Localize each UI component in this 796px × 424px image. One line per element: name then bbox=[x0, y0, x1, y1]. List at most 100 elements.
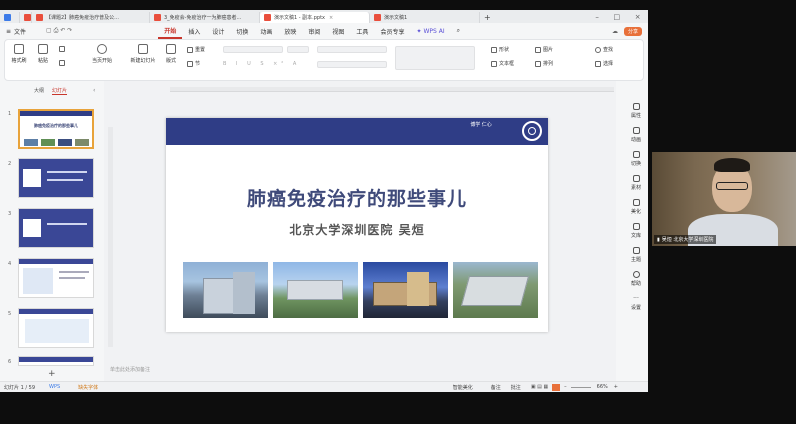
cloud-icon[interactable]: ☁ bbox=[606, 23, 624, 39]
hospital-logo bbox=[522, 121, 542, 141]
slide-thumb-5[interactable] bbox=[18, 308, 94, 348]
clipboard-icon bbox=[38, 44, 48, 54]
wps-ai-button[interactable]: ✦ WPS AI bbox=[410, 23, 450, 39]
properties-button[interactable]: 属性 bbox=[624, 103, 648, 119]
notes-button[interactable]: 备注 bbox=[491, 384, 501, 391]
copy-button[interactable] bbox=[59, 60, 67, 66]
play-button[interactable] bbox=[552, 383, 561, 391]
tab-bar: 【课题2】肺癌免疫治疗普及公... 3_免疫会-免疫治疗一为肺癌患者... 演示… bbox=[0, 10, 648, 23]
slide-thumb-3[interactable] bbox=[18, 208, 94, 248]
slide-thumb-4[interactable] bbox=[18, 258, 94, 298]
file-menu[interactable]: ≡ 文件 bbox=[0, 23, 32, 39]
select-button[interactable]: 选择 bbox=[595, 60, 613, 67]
slide-thumb-6[interactable] bbox=[18, 356, 94, 366]
font-size-select[interactable] bbox=[287, 46, 309, 53]
thumb-number: 5 bbox=[8, 311, 12, 317]
menu-item-view[interactable]: 视图 bbox=[326, 23, 350, 39]
theme-button[interactable]: 主题 bbox=[624, 247, 648, 263]
label: 粘贴 bbox=[37, 58, 48, 64]
arrange-button[interactable]: 排列 bbox=[535, 60, 553, 67]
vertical-ruler bbox=[108, 127, 113, 347]
menu-item-design[interactable]: 设计 bbox=[206, 23, 230, 39]
new-slide-button[interactable]: 新建幻灯片 bbox=[127, 44, 159, 64]
speaker-hair bbox=[714, 158, 750, 172]
font-style-buttons[interactable]: B I U S ×² A bbox=[223, 61, 300, 67]
slide-thumb-2[interactable] bbox=[18, 158, 94, 198]
zoom-in-icon[interactable]: + bbox=[614, 384, 618, 390]
right-sidebar: 属性 动画 切换 素材 美化 文库 主题 帮助 ··· 设置 bbox=[624, 81, 648, 381]
settings-button[interactable]: ··· 设置 bbox=[624, 295, 648, 311]
doc-tab-3[interactable]: 演示文稿1 - 副本.pptx × bbox=[260, 12, 370, 23]
view-mode-buttons[interactable]: ▣ ▤ ▦ bbox=[531, 384, 548, 390]
reset-icon bbox=[187, 46, 193, 53]
library-button[interactable]: 文库 bbox=[624, 223, 648, 239]
slide-canvas[interactable]: 博学 仁心 肺癌免疫治疗的那些事儿 北京大学深圳医院 吴烜 bbox=[166, 118, 548, 332]
docer-tab[interactable] bbox=[20, 12, 32, 23]
menu-item-review[interactable]: 审阅 bbox=[302, 23, 326, 39]
comments-button[interactable]: 批注 bbox=[511, 384, 521, 391]
close-window-icon[interactable]: × bbox=[635, 13, 641, 21]
label: 查找 bbox=[603, 47, 614, 53]
collapse-panel-icon[interactable]: ‹ bbox=[93, 87, 95, 94]
slides-tab[interactable]: 幻灯片 bbox=[52, 87, 68, 95]
menu-item-tools[interactable]: 工具 bbox=[350, 23, 374, 39]
slide-subtitle[interactable]: 北京大学深圳医院 吴烜 bbox=[166, 221, 548, 238]
animation-button[interactable]: 动画 bbox=[624, 127, 648, 143]
menu-item-animation[interactable]: 动画 bbox=[254, 23, 278, 39]
smart-beautify-button[interactable]: 智能美化 bbox=[453, 384, 473, 391]
doc-tab-2[interactable]: 3_免疫会-免疫治疗一为肺癌患者... bbox=[150, 12, 260, 23]
slide-title[interactable]: 肺癌免疫治疗的那些事儿 bbox=[166, 184, 548, 211]
webcam-name-label: ▮ 吴烜 北京大学深圳医院 bbox=[654, 235, 717, 244]
slide-thumb-1[interactable]: 肺癌免疫治疗的那些事儿 bbox=[18, 109, 94, 149]
shape-button[interactable]: 形状 bbox=[491, 46, 509, 53]
share-button[interactable]: 分享 bbox=[623, 26, 642, 36]
menu-item-member[interactable]: 会员专享 bbox=[374, 23, 410, 39]
search-icon[interactable]: ⌕ bbox=[451, 23, 466, 39]
cut-button[interactable] bbox=[59, 46, 67, 52]
glasses-icon bbox=[716, 182, 748, 190]
format-painter-button[interactable]: 格式刷 bbox=[7, 44, 31, 64]
beautify-button[interactable]: 美化 bbox=[624, 199, 648, 215]
menu-item-transition[interactable]: 切换 bbox=[230, 23, 254, 39]
play-from-current-button[interactable]: 当页开始 bbox=[85, 44, 119, 64]
brush-icon bbox=[14, 44, 24, 54]
help-button[interactable]: 帮助 bbox=[624, 271, 648, 287]
assets-button[interactable]: 素材 bbox=[624, 175, 648, 191]
menu-item-insert[interactable]: 插入 bbox=[182, 23, 206, 39]
zoom-level[interactable]: 66% bbox=[597, 384, 608, 390]
paragraph-controls[interactable] bbox=[317, 46, 387, 53]
image-button[interactable]: 图片 bbox=[535, 46, 553, 53]
zoom-slider[interactable] bbox=[570, 386, 591, 388]
text-style-gallery[interactable] bbox=[395, 46, 475, 70]
minimize-icon[interactable]: – bbox=[595, 13, 599, 21]
status-bar: 幻灯片 1 / 59 WPS 缺失字体 智能美化 备注 批注 ▣ ▤ ▦ – 6… bbox=[0, 381, 648, 392]
new-tab-button[interactable]: + bbox=[480, 12, 502, 23]
outline-tab[interactable]: 大纲 bbox=[34, 87, 44, 94]
quick-access-save[interactable]: ▢ ⎙ ↶ ↷ bbox=[40, 23, 78, 39]
textbox-button[interactable]: 文本框 bbox=[491, 60, 514, 67]
zoom-out-icon[interactable]: – bbox=[564, 384, 567, 390]
font-missing-warning[interactable]: 缺失字体 bbox=[78, 384, 98, 391]
transition-button[interactable]: 切换 bbox=[624, 151, 648, 167]
label: 文本框 bbox=[499, 61, 515, 67]
scissors-icon bbox=[59, 46, 65, 52]
reset-button[interactable]: 重置 bbox=[187, 46, 205, 53]
layout-button[interactable]: 版式 bbox=[161, 44, 181, 64]
copy-icon bbox=[59, 60, 65, 66]
home-tab[interactable] bbox=[0, 12, 20, 23]
paste-button[interactable]: 粘贴 bbox=[31, 44, 55, 64]
add-slide-button[interactable]: + bbox=[48, 369, 56, 379]
doc-tab-4[interactable]: 演示文稿1 bbox=[370, 12, 480, 23]
menu-item-slideshow[interactable]: 放映 bbox=[278, 23, 302, 39]
close-icon[interactable]: × bbox=[329, 15, 333, 21]
section-button[interactable]: 节 bbox=[187, 60, 200, 67]
notes-placeholder[interactable]: 单击此处添加备注 bbox=[110, 366, 150, 373]
maximize-icon[interactable]: □ bbox=[613, 13, 620, 21]
find-button[interactable]: 查找 bbox=[595, 46, 613, 53]
doc-tab-1[interactable]: 【课题2】肺癌免疫治疗普及公... bbox=[32, 12, 150, 23]
section-icon bbox=[187, 60, 193, 67]
wps-badge[interactable]: WPS bbox=[49, 384, 60, 390]
font-family-select[interactable] bbox=[223, 46, 283, 53]
menu-item-home[interactable]: 开始 bbox=[158, 23, 183, 39]
alignment-controls[interactable] bbox=[317, 61, 387, 68]
